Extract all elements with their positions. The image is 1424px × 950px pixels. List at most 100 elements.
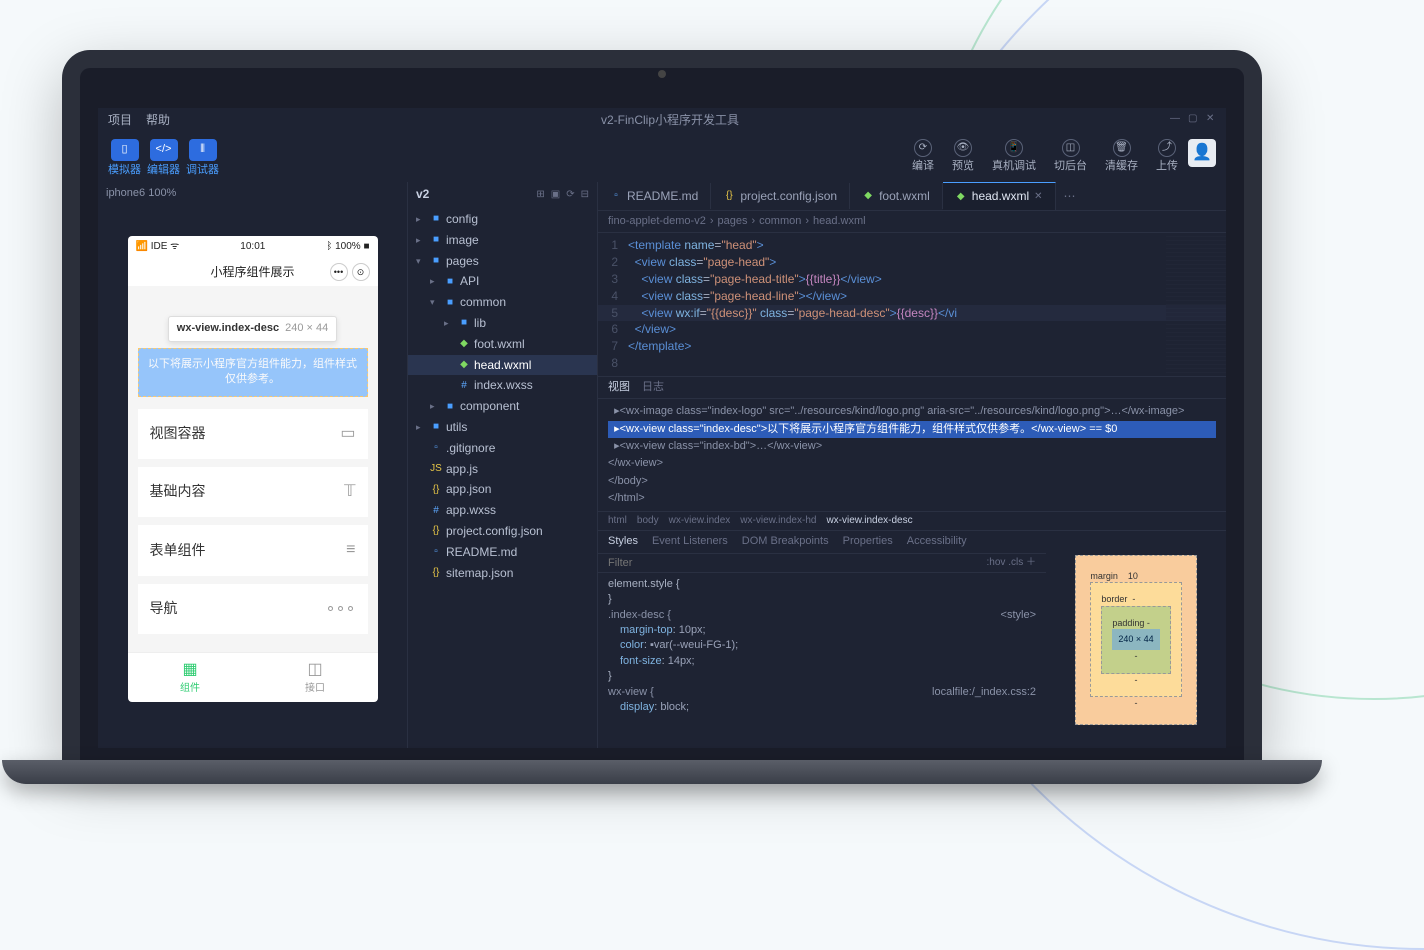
new-folder-icon[interactable]: ▣: [551, 188, 560, 202]
action-compile[interactable]: ⟳编译: [912, 139, 934, 174]
action-clear-cache[interactable]: 🗑清缓存: [1105, 139, 1138, 174]
file-tree-item[interactable]: JSapp.js: [408, 459, 597, 480]
wxml-icon: ◆: [458, 359, 470, 371]
inspected-element[interactable]: 以下将展示小程序官方组件能力，组件样式仅供参考。: [138, 348, 368, 397]
phone-tab-component[interactable]: ▦组件: [128, 653, 253, 701]
file-tree-item[interactable]: {}project.config.json: [408, 521, 597, 542]
capsule-close-icon[interactable]: ⊙: [352, 263, 370, 281]
json-icon: {}: [430, 484, 442, 496]
action-background[interactable]: ◫切后台: [1054, 139, 1087, 174]
refresh-icon[interactable]: ⟳: [566, 188, 574, 202]
file-tree-item[interactable]: ▸■component: [408, 396, 597, 417]
tab-editor[interactable]: </>编辑器: [147, 139, 180, 178]
file-tree-item[interactable]: ◆head.wxml: [408, 355, 597, 376]
styles-filter-input[interactable]: [608, 556, 987, 570]
laptop-frame: 项目 帮助 v2-FinClip小程序开发工具 — ▢ ✕ ▯模拟器 </>编辑…: [62, 50, 1262, 784]
file-explorer: v2 ⊞ ▣ ⟳ ⊟ ▸■config▸■image▾■pages▸■API▾■…: [408, 182, 598, 748]
file-tree-item[interactable]: ▾■pages: [408, 251, 597, 272]
file-tree-item[interactable]: ◆foot.wxml: [408, 334, 597, 355]
compile-icon: ⟳: [914, 139, 932, 157]
wxss-icon: #: [458, 380, 470, 392]
box-model: margin 10 border - padding - 240 × 44 -: [1046, 531, 1226, 748]
close-tab-icon[interactable]: ✕: [1034, 190, 1042, 204]
json-icon: {}: [723, 190, 735, 202]
wxss-icon: #: [430, 505, 442, 517]
folder-icon: ■: [430, 213, 442, 225]
close-icon[interactable]: ✕: [1206, 112, 1216, 122]
wxml-icon: ◆: [955, 191, 967, 203]
wxml-icon: ◆: [862, 190, 874, 202]
editor-tabs: ▫README.md{}project.config.json◆foot.wxm…: [598, 182, 1226, 211]
collapse-icon[interactable]: ⊟: [581, 188, 589, 202]
toolbar: ▯模拟器 </>编辑器 ⫴调试器 ⟳编译 👁预览 📱真机调试 ◫切后台 🗑清缓存…: [98, 133, 1226, 182]
folder-icon: ■: [444, 276, 456, 288]
list-item[interactable]: 表单组件≡: [138, 525, 368, 575]
api-icon: ◫: [259, 659, 372, 681]
file-tree-item[interactable]: ▸■image: [408, 230, 597, 251]
file-tree-item[interactable]: {}app.json: [408, 479, 597, 500]
editor-tab[interactable]: ◆foot.wxml: [850, 183, 943, 210]
json-icon: {}: [430, 567, 442, 579]
more-tabs-icon[interactable]: ⋯: [1056, 188, 1084, 205]
styles-subtab[interactable]: Event Listeners: [652, 534, 728, 549]
app-title: 小程序组件展示: [210, 264, 294, 281]
action-upload[interactable]: ⤴上传: [1156, 139, 1178, 174]
tab-simulator[interactable]: ▯模拟器: [108, 139, 141, 178]
editor-tab[interactable]: {}project.config.json: [711, 183, 850, 210]
phone-time: 10:01: [240, 240, 265, 254]
file-tree-item[interactable]: ▸■API: [408, 271, 597, 292]
editor-panel: ▫README.md{}project.config.json◆foot.wxm…: [598, 182, 1226, 748]
dom-tree[interactable]: ▸<wx-image class="index-logo" src="../re…: [598, 399, 1226, 511]
tab-debugger[interactable]: ⫴调试器: [186, 139, 219, 178]
css-rules[interactable]: element.style { } .index-desc {<style> m…: [598, 573, 1046, 720]
file-tree-item[interactable]: ▸■lib: [408, 313, 597, 334]
item-icon: 𝕋: [344, 481, 355, 503]
list-item[interactable]: 视图容器▭: [138, 409, 368, 459]
dom-breadcrumb[interactable]: htmlbodywx-view.indexwx-view.index-hdwx-…: [598, 511, 1226, 531]
new-file-icon[interactable]: ⊞: [536, 188, 544, 202]
file-tree-item[interactable]: ▸■config: [408, 209, 597, 230]
styles-subtab[interactable]: Properties: [843, 534, 893, 549]
devtools-tab-view[interactable]: 视图: [608, 380, 630, 395]
action-preview[interactable]: 👁预览: [952, 139, 974, 174]
item-icon: ▭: [340, 423, 355, 445]
minimap[interactable]: [1166, 233, 1226, 375]
folder-icon: ■: [430, 421, 442, 433]
menu-help[interactable]: 帮助: [146, 112, 170, 129]
md-icon: ▫: [610, 190, 622, 202]
editor-tab[interactable]: ◆head.wxml✕: [943, 182, 1056, 210]
avatar[interactable]: 👤: [1188, 139, 1216, 167]
file-tree-item[interactable]: ▾■common: [408, 292, 597, 313]
item-icon: ∘∘∘: [325, 598, 355, 620]
styles-subtab[interactable]: Styles: [608, 534, 638, 549]
list-item[interactable]: 导航∘∘∘: [138, 584, 368, 634]
minimize-icon[interactable]: —: [1170, 112, 1180, 122]
file-tree-item[interactable]: {}sitemap.json: [408, 563, 597, 584]
action-remote[interactable]: 📱真机调试: [992, 139, 1036, 174]
file-tree-item[interactable]: #app.wxss: [408, 500, 597, 521]
maximize-icon[interactable]: ▢: [1188, 112, 1198, 122]
background-icon: ◫: [1062, 139, 1080, 157]
capsule-more-icon[interactable]: •••: [330, 263, 348, 281]
folder-icon: ■: [444, 297, 456, 309]
project-root[interactable]: v2: [416, 186, 530, 203]
list-item[interactable]: 基础内容𝕋: [138, 467, 368, 517]
styles-filter-opts[interactable]: :hov .cls ＋: [987, 556, 1036, 570]
phone-tab-api[interactable]: ◫接口: [253, 653, 378, 701]
devtools-tab-log[interactable]: 日志: [642, 380, 664, 395]
menu-project[interactable]: 项目: [108, 112, 132, 129]
file-tree-item[interactable]: ▸■utils: [408, 417, 597, 438]
code-editor[interactable]: 1<template name="head">2 <view class="pa…: [598, 233, 1226, 375]
editor-tab[interactable]: ▫README.md: [598, 183, 711, 210]
window-title: v2-FinClip小程序开发工具: [184, 112, 1156, 129]
camera-icon: [658, 70, 666, 78]
file-tree-item[interactable]: ▫.gitignore: [408, 438, 597, 459]
file-tree-item[interactable]: #index.wxss: [408, 375, 597, 396]
file-tree-item[interactable]: ▫README.md: [408, 542, 597, 563]
breadcrumb[interactable]: fino-applet-demo-v2›pages›common›head.wx…: [598, 211, 1226, 233]
styles-subtab[interactable]: DOM Breakpoints: [742, 534, 829, 549]
menubar: 项目 帮助 v2-FinClip小程序开发工具 — ▢ ✕: [98, 108, 1226, 133]
folder-icon: ■: [458, 317, 470, 329]
styles-subtab[interactable]: Accessibility: [907, 534, 967, 549]
upload-icon: ⤴: [1158, 139, 1176, 157]
